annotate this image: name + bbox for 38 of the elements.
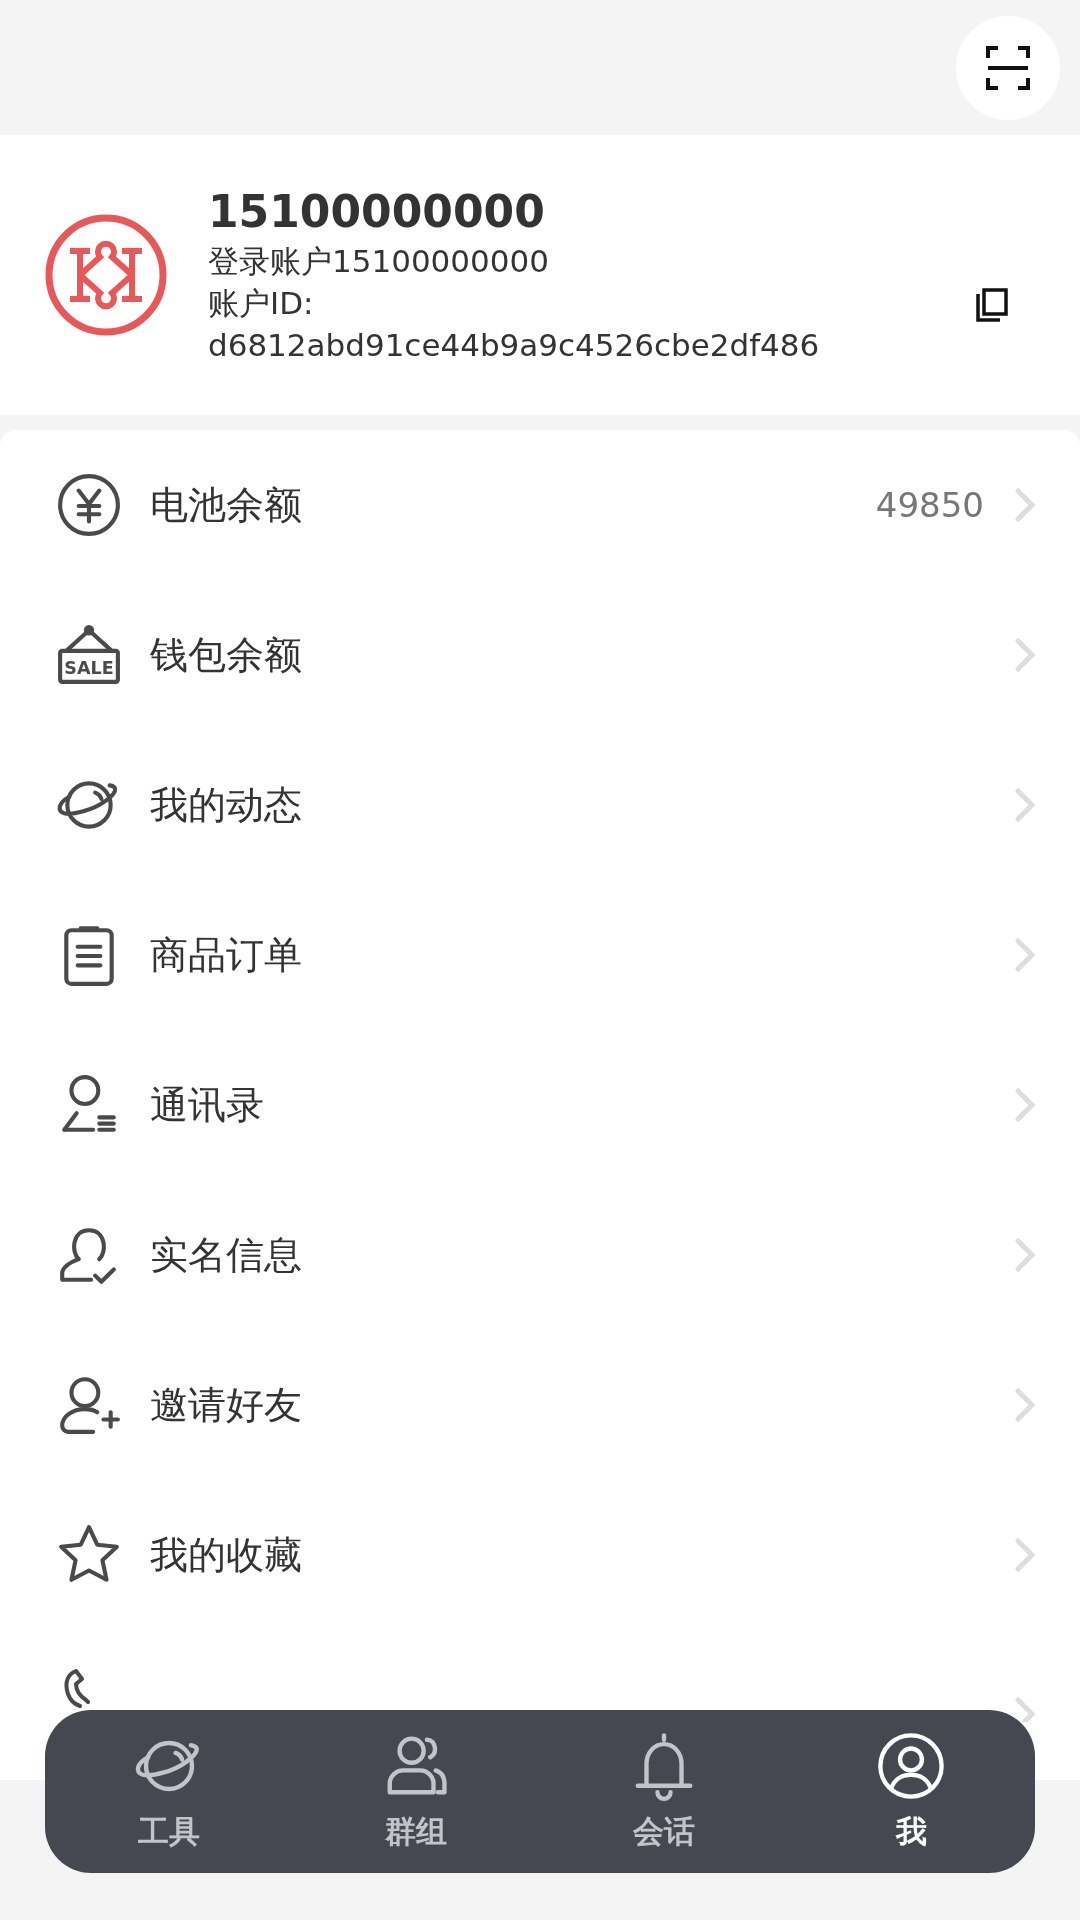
menu-label: 实名信息 (150, 1231, 303, 1279)
chevron-icon (1014, 937, 1036, 973)
chevron-icon (1014, 1387, 1036, 1423)
chevron-icon (1014, 787, 1036, 823)
profile-icon (876, 1730, 947, 1801)
tab-item[interactable]: 群组 (292, 1710, 540, 1873)
menu-value: 49850 (875, 485, 984, 525)
menu-label: 我的动态 (150, 781, 303, 829)
menu-label: 邀请好友 (150, 1381, 303, 1429)
phone-icon (62, 1668, 92, 1708)
menu-item[interactable]: 通讯录 (0, 1030, 1080, 1180)
menu-label: 我的收藏 (150, 1531, 303, 1579)
chevron-icon (1014, 1237, 1036, 1273)
chevron-icon (1014, 1087, 1036, 1123)
chevron-icon (1014, 1537, 1036, 1573)
chevron-icon (1014, 487, 1036, 523)
menu-label: 钱包余额 (150, 631, 303, 679)
yuan-icon (56, 472, 122, 538)
login-account: 登录账户15100000000 (208, 242, 550, 281)
menu-label: 通讯录 (150, 1081, 265, 1129)
tab-item[interactable]: 会话 (540, 1710, 788, 1873)
chevron-icon (1014, 637, 1036, 673)
tab-item[interactable]: 工具 (45, 1710, 293, 1873)
menu-item[interactable]: 实名信息 (0, 1180, 1080, 1330)
menu-item[interactable]: 我的收藏 (0, 1480, 1080, 1630)
account-name: 15100000000 (208, 185, 546, 239)
menu-item[interactable]: 电池余额 49850 (0, 430, 1080, 580)
menu-label: 电池余额 (150, 481, 303, 529)
menu-item[interactable]: 我的动态 (0, 730, 1080, 880)
account-id: d6812abd91ce44b9a9c4526cbe2df486 (208, 326, 821, 365)
menu-item[interactable]: 商品订单 (0, 880, 1080, 1030)
account-id-label: 账户ID: (208, 284, 315, 323)
scan-icon (984, 43, 1032, 92)
menu-item[interactable]: 邀请好友 (0, 1330, 1080, 1480)
menu-label: 商品订单 (150, 931, 303, 979)
tab-item[interactable]: 我 (787, 1710, 1035, 1873)
menu-item[interactable]: SALE 钱包余额 (0, 580, 1080, 730)
chevron-icon (1014, 1696, 1036, 1722)
